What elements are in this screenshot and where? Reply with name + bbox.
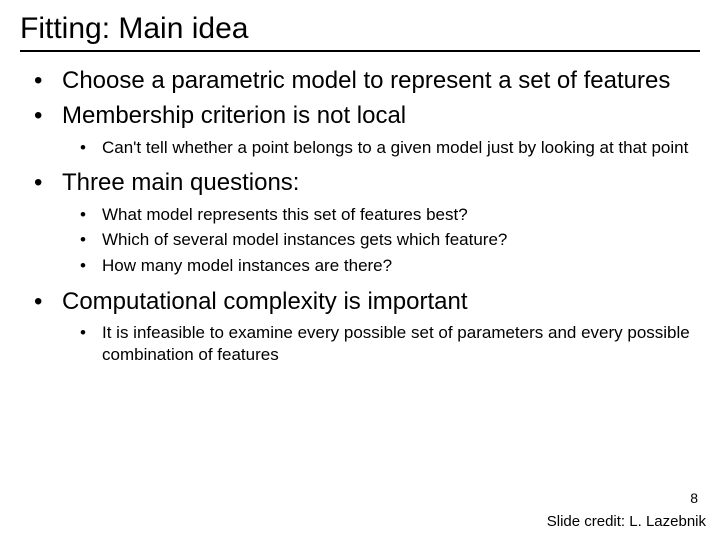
bullet-dot-icon: • bbox=[80, 255, 102, 277]
bullet-list-level2: •What model represents this set of featu… bbox=[80, 204, 700, 277]
list-item: •It is infeasible to examine every possi… bbox=[80, 322, 700, 366]
bullet-list-level2: •Can't tell whether a point belongs to a… bbox=[80, 137, 700, 159]
bullet-text: Three main questions: bbox=[62, 168, 700, 197]
bullet-list-level1: •Computational complexity is important bbox=[34, 287, 700, 316]
bullet-dot-icon: • bbox=[34, 66, 62, 95]
bullet-list-level1: •Choose a parametric model to represent … bbox=[34, 66, 700, 131]
title-divider bbox=[20, 50, 700, 52]
list-item: •Computational complexity is important bbox=[34, 287, 700, 316]
list-item: •What model represents this set of featu… bbox=[80, 204, 700, 226]
slide: Fitting: Main idea •Choose a parametric … bbox=[0, 0, 720, 540]
bullet-text: Can't tell whether a point belongs to a … bbox=[102, 137, 700, 159]
bullet-dot-icon: • bbox=[80, 137, 102, 159]
list-item: •Which of several model instances gets w… bbox=[80, 229, 700, 251]
bullet-dot-icon: • bbox=[34, 101, 62, 130]
bullet-list-level2: •It is infeasible to examine every possi… bbox=[80, 322, 700, 366]
bullet-dot-icon: • bbox=[80, 322, 102, 366]
slide-credit: Slide credit: L. Lazebnik bbox=[547, 513, 706, 530]
page-number: 8 bbox=[690, 490, 698, 506]
bullet-dot-icon: • bbox=[80, 229, 102, 251]
bullet-text: Membership criterion is not local bbox=[62, 101, 700, 130]
bullet-text: How many model instances are there? bbox=[102, 255, 700, 277]
bullet-dot-icon: • bbox=[34, 168, 62, 197]
slide-title: Fitting: Main idea bbox=[20, 12, 700, 46]
list-item: •How many model instances are there? bbox=[80, 255, 700, 277]
list-item: •Can't tell whether a point belongs to a… bbox=[80, 137, 700, 159]
bullet-list-level1: •Three main questions: bbox=[34, 168, 700, 197]
bullet-text: Choose a parametric model to represent a… bbox=[62, 66, 700, 95]
bullet-text: It is infeasible to examine every possib… bbox=[102, 322, 700, 366]
bullet-text: What model represents this set of featur… bbox=[102, 204, 700, 226]
bullet-text: Which of several model instances gets wh… bbox=[102, 229, 700, 251]
list-item: •Three main questions: bbox=[34, 168, 700, 197]
list-item: •Membership criterion is not local bbox=[34, 101, 700, 130]
list-item: •Choose a parametric model to represent … bbox=[34, 66, 700, 95]
bullet-dot-icon: • bbox=[34, 287, 62, 316]
bullet-text: Computational complexity is important bbox=[62, 287, 700, 316]
bullet-dot-icon: • bbox=[80, 204, 102, 226]
